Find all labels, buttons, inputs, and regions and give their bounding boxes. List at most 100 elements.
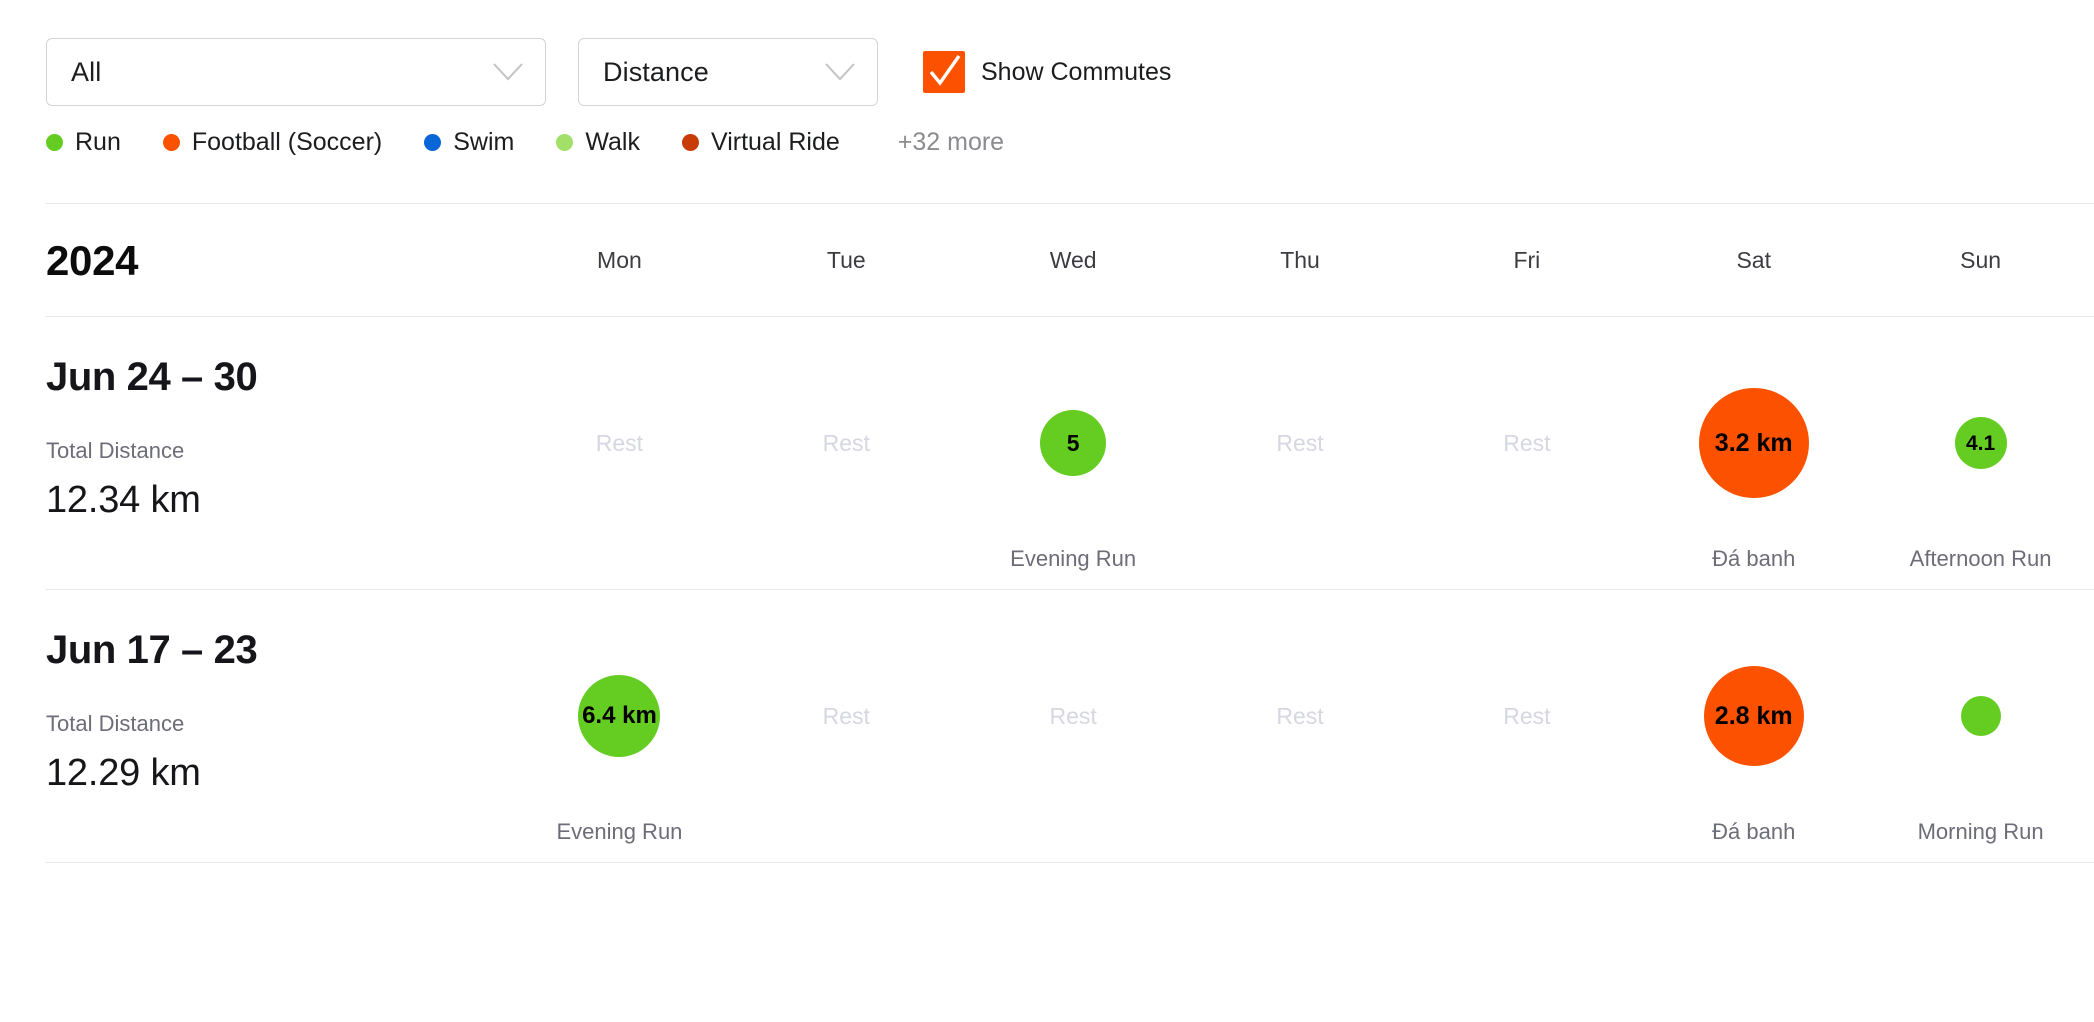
day-header-mon: Mon bbox=[506, 240, 733, 272]
day-cell: 5 Evening Run bbox=[960, 357, 1187, 589]
activity-name[interactable]: Evening Run bbox=[556, 821, 682, 843]
activity-bubble[interactable]: 4.1 bbox=[1954, 417, 2007, 469]
activity-name-slot: Đá banh bbox=[1640, 802, 1867, 862]
activity-bubble-slot: 5 bbox=[960, 357, 1187, 529]
legend-color-dot bbox=[424, 134, 442, 151]
activity-name[interactable]: Morning Run bbox=[1918, 821, 2044, 843]
day-cell: Rest bbox=[1187, 630, 1414, 862]
activity-name[interactable]: Afternoon Run bbox=[1910, 548, 2052, 570]
activity-name-slot: Afternoon Run bbox=[1867, 529, 2094, 589]
week-metric-label: Total Distance bbox=[46, 711, 185, 736]
calendar-grid: 2024 Mon Tue Wed Thu Fri Sat Sun Jun 24 … bbox=[0, 203, 2094, 863]
week-title: Jun 24 – 30 bbox=[46, 355, 258, 399]
activity-name-slot bbox=[733, 802, 960, 862]
activity-bubble-value: 6.4 km bbox=[582, 702, 657, 729]
week-metric-label: Total Distance bbox=[46, 438, 185, 463]
legend-color-dot bbox=[556, 134, 574, 151]
day-cell: Rest bbox=[960, 630, 1187, 862]
activity-name-slot bbox=[960, 802, 1187, 862]
day-cell: 3.2 km Đá banh bbox=[1640, 357, 1867, 589]
activity-name-slot bbox=[506, 529, 733, 589]
chevron-down-icon bbox=[825, 63, 855, 81]
legend-item-label: Walk bbox=[585, 128, 640, 156]
week-row: Jun 24 – 30 Total Distance 12.34 km Rest… bbox=[0, 317, 2094, 589]
week-metric-value: 12.29 km bbox=[46, 752, 201, 794]
checkbox-box[interactable] bbox=[923, 51, 965, 93]
activity-bubble-slot: Rest bbox=[733, 357, 960, 529]
activity-bubble-slot: Rest bbox=[1413, 630, 1640, 802]
day-header-tue: Tue bbox=[733, 240, 960, 272]
activity-name-slot bbox=[1187, 529, 1414, 589]
rest-label: Rest bbox=[1276, 702, 1324, 729]
activity-name-slot bbox=[733, 529, 960, 589]
day-cell: 2.8 km Đá banh bbox=[1640, 630, 1867, 862]
day-cell: Rest bbox=[733, 357, 960, 589]
activity-bubble-slot: Rest bbox=[960, 630, 1187, 802]
day-header-fri: Fri bbox=[1413, 240, 1640, 272]
legend-item-swim[interactable]: Swim bbox=[424, 130, 514, 155]
rest-label: Rest bbox=[595, 429, 644, 456]
week-title: Jun 17 – 23 bbox=[46, 628, 258, 672]
legend-item-football-soccer[interactable]: Football (Soccer) bbox=[162, 128, 383, 156]
activity-bubble[interactable]: 5 bbox=[1040, 410, 1107, 476]
rest-label: Rest bbox=[1276, 429, 1324, 456]
day-cell: Morning Run bbox=[1867, 630, 2094, 862]
activity-bubble-slot: 6.4 km bbox=[506, 630, 733, 802]
sport-type-select-value: All bbox=[71, 56, 102, 87]
legend-more-link[interactable]: +32 more bbox=[898, 130, 1004, 155]
legend-color-dot bbox=[162, 134, 180, 151]
metric-select[interactable]: Distance bbox=[578, 38, 878, 106]
activity-bubble[interactable]: 2.8 km bbox=[1703, 666, 1804, 766]
legend-item-label: Virtual Ride bbox=[710, 128, 840, 156]
day-cell: 6.4 km Evening Run bbox=[506, 630, 733, 862]
sport-legend: Run Football (Soccer) Swim Walk Virtual … bbox=[0, 106, 2094, 155]
activity-bubble-slot: 2.8 km bbox=[1640, 630, 1867, 802]
activity-name[interactable]: Đá banh bbox=[1712, 548, 1795, 570]
legend-item-label: Football (Soccer) bbox=[191, 128, 383, 156]
activity-name-slot: Morning Run bbox=[1867, 802, 2094, 862]
rest-label: Rest bbox=[1049, 702, 1097, 729]
activity-name-slot: Đá banh bbox=[1640, 529, 1867, 589]
activity-bubble-slot: Rest bbox=[506, 357, 733, 529]
week-row: Jun 17 – 23 Total Distance 12.29 km 6.4 … bbox=[0, 590, 2094, 862]
check-icon bbox=[929, 55, 961, 86]
day-header-label: Sun bbox=[1960, 247, 2002, 273]
activity-name-slot bbox=[1187, 802, 1414, 862]
activity-bubble-slot: Rest bbox=[1413, 357, 1640, 529]
day-cell: Rest bbox=[1413, 357, 1640, 589]
sport-type-select[interactable]: All bbox=[46, 38, 546, 106]
calendar-header-row: 2024 Mon Tue Wed Thu Fri Sat Sun bbox=[0, 204, 2094, 316]
activity-name[interactable]: Evening Run bbox=[1010, 548, 1136, 570]
rest-label: Rest bbox=[822, 702, 870, 729]
show-commutes-checkbox[interactable]: Show Commutes bbox=[923, 51, 1171, 93]
day-header-wed: Wed bbox=[960, 240, 1187, 272]
legend-item-virtual-ride[interactable]: Virtual Ride bbox=[681, 128, 840, 156]
rest-label: Rest bbox=[822, 429, 870, 456]
legend-item-run[interactable]: Run bbox=[46, 130, 121, 155]
week-summary: Jun 24 – 30 Total Distance 12.34 km bbox=[46, 357, 506, 589]
legend-item-walk[interactable]: Walk bbox=[556, 130, 640, 155]
legend-color-dot bbox=[46, 134, 63, 151]
activity-bubble[interactable]: 6.4 km bbox=[578, 675, 661, 757]
rest-label: Rest bbox=[1503, 702, 1551, 729]
activity-bubble[interactable]: 3.2 km bbox=[1698, 388, 1809, 498]
day-cell: Rest bbox=[1187, 357, 1414, 589]
week-metric-value: 12.34 km bbox=[46, 479, 201, 521]
activity-name[interactable]: Đá banh bbox=[1712, 821, 1795, 843]
day-header-label: Wed bbox=[1049, 247, 1097, 273]
day-header-thu: Thu bbox=[1187, 240, 1414, 272]
activity-bubble-slot: 3.2 km bbox=[1640, 357, 1867, 529]
chevron-down-icon bbox=[493, 63, 523, 81]
day-header-label: Sat bbox=[1736, 247, 1771, 273]
divider bbox=[46, 862, 2094, 863]
weekly-activity-calendar: All Distance Show Commutes Run Football … bbox=[0, 0, 2094, 1022]
activity-bubble[interactable] bbox=[1960, 696, 2001, 736]
activity-bubble-slot: Rest bbox=[1187, 630, 1414, 802]
day-cell: Rest bbox=[733, 630, 960, 862]
metric-select-value: Distance bbox=[603, 56, 709, 87]
day-cell: 4.1 Afternoon Run bbox=[1867, 357, 2094, 589]
week-summary: Jun 17 – 23 Total Distance 12.29 km bbox=[46, 630, 506, 862]
year-label: 2024 bbox=[46, 237, 139, 284]
day-header-label: Tue bbox=[826, 247, 866, 273]
day-header-label: Thu bbox=[1280, 247, 1320, 273]
